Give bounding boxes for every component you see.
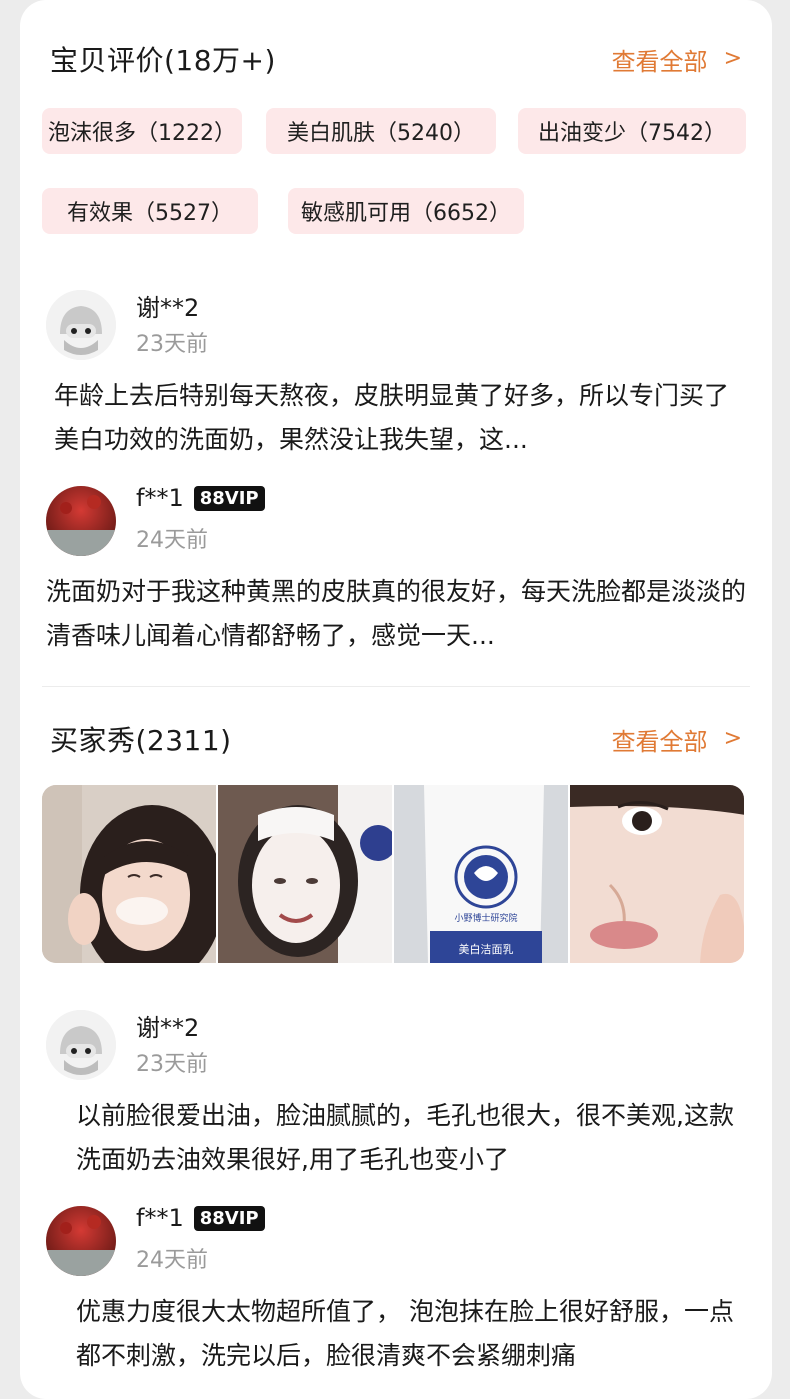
review-item: f**1 88VIP 24天前 优惠力度很大太物超所值了， 泡泡抹在脸上很好舒服… — [46, 1204, 746, 1396]
review-item: 谢**2 23天前 年龄上去后特别每天熬夜，皮肤明显黄了好多，所以专门买了美白功… — [46, 290, 746, 460]
review-username: 谢**2 — [136, 1008, 199, 1043]
vip-badge: 88VIP — [193, 485, 265, 511]
tag-label: 出油变少（7542） — [538, 121, 726, 146]
tag-label: 美白肌肤（5240） — [287, 121, 475, 146]
username-text: f**1 — [136, 484, 184, 512]
review-tag[interactable]: 敏感肌可用（6652） — [288, 188, 524, 234]
product-name-label: 美白洁面乳 — [458, 942, 513, 956]
review-tag[interactable]: 泡沫很多（1222） — [42, 108, 242, 154]
reviews-card: 宝贝评价(18万+) 查看全部 > 泡沫很多（1222） 美白肌肤（5240） … — [20, 0, 772, 1399]
product-brand-label: 小野博士研究院 — [454, 912, 517, 924]
review-username: f**1 88VIP — [136, 1204, 265, 1232]
review-time: 24天前 — [136, 528, 208, 553]
avatar[interactable] — [46, 290, 116, 360]
avatar[interactable] — [46, 1206, 116, 1276]
buyer-photo[interactable] — [42, 785, 217, 963]
reviews-title: 宝贝评价(18万+) — [50, 44, 276, 77]
buyer-photos: 小野博士研究院 美白洁面乳 — [42, 785, 744, 963]
avatar[interactable] — [46, 1010, 116, 1080]
avatar[interactable] — [46, 486, 116, 556]
username-text: 谢**2 — [136, 1014, 200, 1042]
review-time: 23天前 — [136, 332, 208, 357]
tag-label: 敏感肌可用（6652） — [301, 201, 511, 226]
username-text: 谢**2 — [136, 294, 200, 322]
review-username: f**1 88VIP — [136, 484, 265, 512]
section-divider — [42, 686, 750, 687]
review-tag[interactable]: 出油变少（7542） — [518, 108, 746, 154]
buyer-photo[interactable] — [569, 785, 744, 963]
review-time: 24天前 — [136, 1248, 208, 1273]
review-item: 谢**2 23天前 以前脸很爱出油，脸油腻腻的，毛孔也很大，很不美观,这款洗面奶… — [46, 1010, 746, 1180]
review-text: 优惠力度很大太物超所值了， 泡泡抹在脸上很好舒服，一点都不刺激，洗完以后，脸很清… — [76, 1297, 734, 1370]
buyer-show-header: 买家秀(2311) 查看全部 > — [50, 714, 742, 764]
buyer-photo[interactable] — [217, 785, 393, 963]
review-tag[interactable]: 美白肌肤（5240） — [266, 108, 496, 154]
review-item: f**1 88VIP 24天前 洗面奶对于我这种黄黑的皮肤真的很友好，每天洗脸都… — [46, 484, 747, 666]
review-tag[interactable]: 有效果（5527） — [42, 188, 258, 234]
reviews-header: 宝贝评价(18万+) 查看全部 > — [50, 34, 742, 84]
see-all-label: 查看全部 — [611, 727, 708, 756]
review-username: 谢**2 — [136, 288, 199, 323]
chevron-right-icon: > — [723, 45, 742, 71]
see-all-label: 查看全部 — [611, 47, 708, 76]
buyer-photo[interactable]: 小野博士研究院 美白洁面乳 — [393, 785, 569, 963]
buyer-show-see-all-link[interactable]: 查看全部 > — [612, 722, 742, 757]
chevron-right-icon: > — [723, 725, 742, 751]
tag-label: 泡沫很多（1222） — [48, 121, 236, 146]
review-text: 以前脸很爱出油，脸油腻腻的，毛孔也很大，很不美观,这款洗面奶去油效果很好,用了毛… — [76, 1101, 734, 1174]
review-text: 年龄上去后特别每天熬夜，皮肤明显黄了好多，所以专门买了美白功效的洗面奶，果然没让… — [54, 381, 730, 454]
reviews-see-all-link[interactable]: 查看全部 > — [612, 42, 742, 77]
username-text: f**1 — [136, 1204, 184, 1232]
vip-badge: 88VIP — [193, 1205, 265, 1231]
review-time: 23天前 — [136, 1052, 208, 1077]
buyer-show-title: 买家秀(2311) — [50, 724, 232, 757]
tag-label: 有效果（5527） — [67, 201, 233, 226]
review-text: 洗面奶对于我这种黄黑的皮肤真的很友好，每天洗脸都是淡淡的清香味儿闻着心情都舒畅了… — [46, 577, 747, 650]
